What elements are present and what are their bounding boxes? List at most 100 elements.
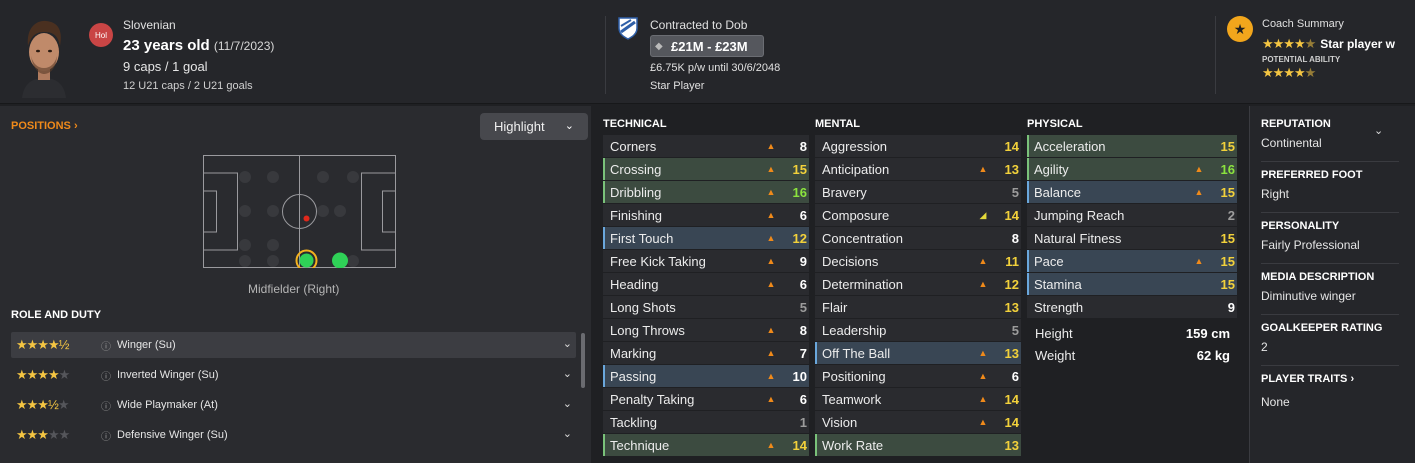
chevron-down-icon[interactable]: ⌄ [563, 427, 572, 440]
preferred-foot-block: PREFERRED FOOT Right [1261, 169, 1399, 201]
attribute-row[interactable]: Stamina 15 [1027, 273, 1237, 295]
media-description-value: Diminutive winger [1261, 289, 1356, 303]
nationality[interactable]: Slovenian [123, 18, 176, 32]
attribute-label: Dribbling [610, 184, 662, 200]
attribute-row[interactable]: Tackling 1 [603, 411, 809, 433]
age-text: 23 years old [123, 37, 210, 54]
club-badge-icon[interactable]: Hol [89, 23, 113, 47]
role-stars-empty: ★ [58, 367, 71, 382]
player-traits-value: None [1261, 395, 1290, 409]
info-icon[interactable]: ⓘ [101, 398, 117, 413]
contract-label[interactable]: Contracted to Dob [650, 18, 747, 32]
roles-scrollbar[interactable] [581, 333, 585, 388]
attribute-label: Technique [610, 437, 670, 453]
attribute-label: Balance [1034, 184, 1081, 200]
attribute-row[interactable]: Determination ▲ 12 [815, 273, 1021, 295]
attribute-row[interactable]: Acceleration 15 [1027, 135, 1237, 157]
attribute-row[interactable]: Penalty Taking ▲ 6 [603, 388, 809, 410]
chevron-down-icon: ⌄ [564, 120, 574, 132]
attribute-row[interactable]: Flair 13 [815, 296, 1021, 318]
arrow-up-icon: ▲ [1194, 187, 1204, 197]
attribute-row[interactable]: Long Throws ▲ 8 [603, 319, 809, 341]
attribute-value: 6 [799, 276, 807, 292]
attribute-row[interactable]: Strength 9 [1027, 296, 1237, 318]
highlight-dropdown[interactable]: Highlight ⌄ [480, 113, 588, 140]
info-icon[interactable]: ⓘ [101, 428, 117, 443]
attribute-row[interactable]: Corners ▲ 8 [603, 135, 809, 157]
role-row[interactable]: ★★★★★ ⓘ Inverted Winger (Su) ⌄ [11, 362, 576, 388]
role-row[interactable]: ★★★½★ ⓘ Wide Playmaker (At) ⌄ [11, 392, 576, 418]
physical-title: PHYSICAL [1027, 118, 1083, 130]
attribute-row[interactable]: Free Kick Taking ▲ 9 [603, 250, 809, 272]
attribute-row[interactable]: Bravery 5 [815, 181, 1021, 203]
attribute-row[interactable]: Composure ◢ 14 [815, 204, 1021, 226]
player-avatar [16, 12, 72, 98]
transfer-value[interactable]: ◆ £21M - £23M [650, 35, 764, 57]
weight-label: Weight [1035, 348, 1076, 363]
attribute-row[interactable]: Work Rate 13 [815, 434, 1021, 456]
u21-caps: 12 U21 caps / 2 U21 goals [123, 80, 253, 92]
attribute-value: 5 [1011, 322, 1019, 338]
personality-value: Fairly Professional [1261, 238, 1360, 252]
arrow-up-icon: ▲ [766, 141, 776, 151]
attribute-label: Stamina [1034, 276, 1082, 292]
preferred-foot-value: Right [1261, 187, 1290, 201]
attribute-row[interactable]: Natural Fitness 15 [1027, 227, 1237, 249]
attribute-value: 15 [1220, 276, 1235, 292]
attribute-row[interactable]: Marking ▲ 7 [603, 342, 809, 364]
goalkeeper-rating-value: 2 [1261, 340, 1268, 354]
attribute-row[interactable]: Crossing ▲ 15 [603, 158, 809, 180]
role-row[interactable]: ★★★★★ ⓘ Defensive Winger (Su) ⌄ [11, 422, 576, 448]
height-value: 159 cm [1185, 326, 1230, 341]
attribute-row[interactable]: Positioning ▲ 6 [815, 365, 1021, 387]
attribute-row[interactable]: Agility ▲ 16 [1027, 158, 1237, 180]
attribute-row[interactable]: First Touch ▲ 12 [603, 227, 809, 249]
arrow-up-icon: ▲ [766, 256, 776, 266]
attribute-value: 9 [1227, 299, 1235, 315]
attribute-label: Penalty Taking [610, 391, 695, 407]
player-traits-link[interactable]: PLAYER TRAITS › [1261, 373, 1399, 385]
arrow-up-icon: ▲ [766, 325, 776, 335]
attribute-value: 6 [1011, 368, 1019, 384]
attribute-row[interactable]: Vision ▲ 14 [815, 411, 1021, 433]
attribute-row[interactable]: Pace ▲ 15 [1027, 250, 1237, 272]
attribute-value: 13 [1004, 345, 1019, 361]
attribute-row[interactable]: Decisions ▲ 11 [815, 250, 1021, 272]
attribute-label: Tackling [610, 414, 657, 430]
player-traits-block[interactable]: PLAYER TRAITS › None [1261, 373, 1399, 409]
club-shield-icon[interactable] [617, 16, 639, 40]
divider [1261, 161, 1399, 162]
positions-link[interactable]: POSITIONS › [11, 120, 78, 132]
goalkeeper-rating-label: GOALKEEPER RATING [1261, 322, 1383, 334]
role-row[interactable]: ★★★★½ ⓘ Winger (Su) ⌄ [11, 332, 576, 358]
chevron-down-icon[interactable]: ⌄ [563, 367, 572, 380]
attribute-row[interactable]: Finishing ▲ 6 [603, 204, 809, 226]
attribute-row[interactable]: Heading ▲ 6 [603, 273, 809, 295]
attribute-row[interactable]: Leadership 5 [815, 319, 1021, 341]
role-stars-empty: ★ [57, 397, 70, 412]
attribute-row[interactable]: Balance ▲ 15 [1027, 181, 1237, 203]
info-icon[interactable]: ⓘ [101, 338, 117, 353]
attribute-row[interactable]: Technique ▲ 14 [603, 434, 809, 456]
attribute-label: Long Throws [610, 322, 685, 338]
chevron-down-icon[interactable]: ⌄ [1374, 124, 1383, 137]
attribute-row[interactable]: Passing ▲ 10 [603, 365, 809, 387]
height-label: Height [1035, 326, 1073, 341]
attribute-row[interactable]: Concentration 8 [815, 227, 1021, 249]
attribute-value: 9 [799, 253, 807, 269]
media-description-block: MEDIA DESCRIPTION Diminutive winger [1261, 271, 1399, 303]
arrow-up-icon: ▲ [978, 256, 988, 266]
chevron-down-icon[interactable]: ⌄ [563, 337, 572, 350]
current-ability-stars: ★★★★★ Star player w [1262, 36, 1395, 51]
chevron-down-icon[interactable]: ⌄ [563, 397, 572, 410]
role-name: Defensive Winger (Su) [117, 429, 228, 441]
role-stars-half: ½ [47, 397, 59, 412]
info-icon[interactable]: ⓘ [101, 368, 117, 383]
attribute-row[interactable]: Dribbling ▲ 16 [603, 181, 809, 203]
attribute-row[interactable]: Jumping Reach 2 [1027, 204, 1237, 226]
attribute-row[interactable]: Aggression 14 [815, 135, 1021, 157]
attribute-row[interactable]: Teamwork ▲ 14 [815, 388, 1021, 410]
attribute-row[interactable]: Off The Ball ▲ 13 [815, 342, 1021, 364]
attribute-row[interactable]: Long Shots 5 [603, 296, 809, 318]
attribute-row[interactable]: Anticipation ▲ 13 [815, 158, 1021, 180]
